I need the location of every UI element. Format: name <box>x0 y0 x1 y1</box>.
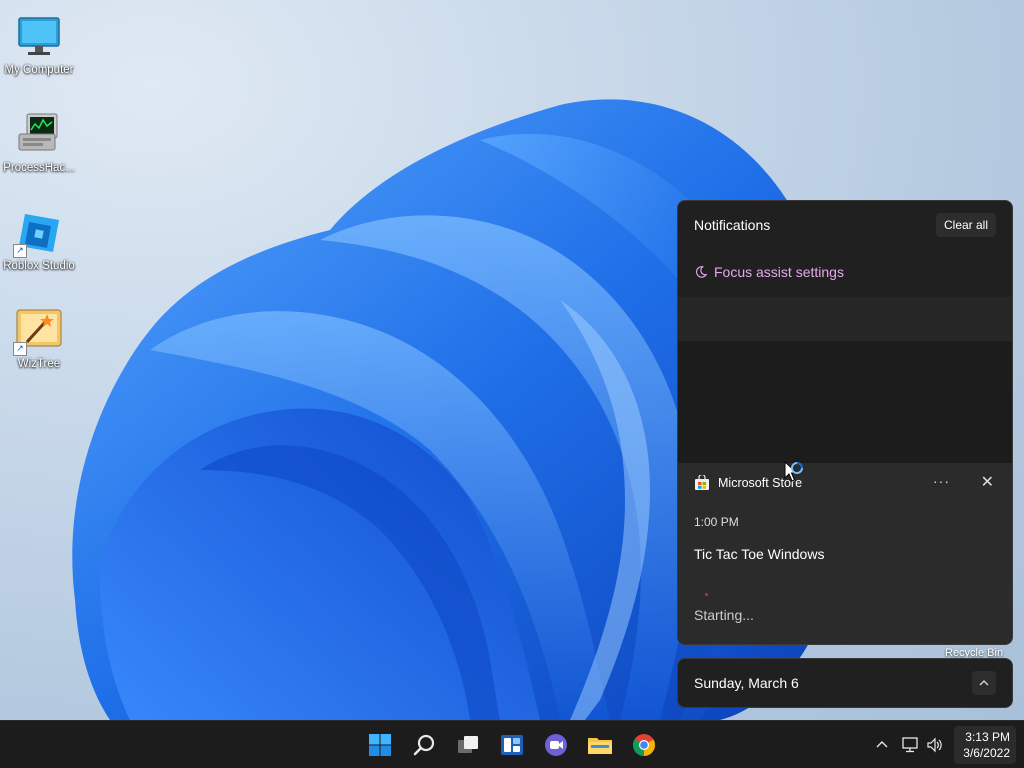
search-icon <box>413 734 435 756</box>
desktop-icon-label: My Computer <box>4 64 74 76</box>
desktop-icon-processhacker[interactable]: ProcessHac... <box>0 104 78 174</box>
focus-assist-label: Focus assist settings <box>714 264 844 280</box>
start-icon <box>369 734 391 756</box>
desktop-icon-roblox-studio[interactable]: ↗ Roblox Studio <box>0 202 78 272</box>
notification-center: Notifications Clear all Focus assist set… <box>677 200 1013 645</box>
chevron-up-icon <box>979 680 989 686</box>
toast-more-options-button[interactable]: ··· <box>933 473 950 489</box>
roblox-studio-icon: ↗ <box>13 208 63 258</box>
notification-group-placeholder <box>678 297 1012 341</box>
moon-icon <box>695 266 708 278</box>
task-view-icon <box>458 736 478 753</box>
network-icon <box>902 737 918 753</box>
notifications-title: Notifications <box>694 217 771 233</box>
clock-button[interactable]: 3:13 PM 3/6/2022 <box>954 726 1016 764</box>
chevron-up-icon <box>876 741 888 748</box>
calendar-date: Sunday, March 6 <box>694 675 799 691</box>
widgets-button[interactable] <box>496 729 528 761</box>
toast-time: 1:00 PM <box>694 515 739 529</box>
chrome-icon <box>633 734 655 756</box>
desktop-icon-my-computer[interactable]: My Computer <box>0 6 78 76</box>
widgets-icon <box>501 735 523 755</box>
toast-title: Tic Tac Toe Windows <box>694 546 825 562</box>
shortcut-arrow-icon: ↗ <box>13 342 27 356</box>
busy-cursor-icon <box>784 461 803 482</box>
chat-button[interactable] <box>540 729 572 761</box>
notification-toast[interactable]: Microsoft Store ··· ✕ 1:00 PM Tic Tac To… <box>678 463 1012 644</box>
volume-button[interactable] <box>924 733 946 757</box>
file-explorer-icon <box>588 738 612 754</box>
chat-icon <box>545 734 567 756</box>
volume-icon <box>927 737 942 753</box>
file-explorer-button[interactable] <box>584 729 616 761</box>
progress-dot <box>705 593 708 596</box>
task-view-button[interactable] <box>452 729 484 761</box>
shortcut-arrow-icon: ↗ <box>13 244 27 258</box>
process-hacker-icon <box>15 110 63 158</box>
focus-assist-link[interactable]: Focus assist settings <box>694 264 844 280</box>
calendar-expand-button[interactable] <box>972 671 996 695</box>
microsoft-store-icon <box>695 475 709 490</box>
desktop-icon-label: WizTree <box>17 358 61 370</box>
notification-empty-area <box>678 341 1012 463</box>
calendar-flyout: Sunday, March 6 <box>677 658 1013 708</box>
monitor-icon <box>15 12 63 60</box>
desktop-icon-label: Roblox Studio <box>3 260 75 272</box>
network-button[interactable] <box>899 733 921 757</box>
start-button[interactable] <box>364 729 396 761</box>
wiztree-icon: ↗ <box>13 306 63 356</box>
toast-status: Starting... <box>694 607 754 623</box>
clock-date: 3/6/2022 <box>963 746 1010 760</box>
desktop-icon-label: ProcessHac... <box>3 162 75 174</box>
toast-close-button[interactable]: ✕ <box>981 472 994 492</box>
taskbar: 3:13 PM 3/6/2022 <box>0 720 1024 768</box>
desktop-icon-wiztree[interactable]: ↗ WizTree <box>0 300 78 370</box>
clock-time: 3:13 PM <box>965 730 1010 744</box>
show-hidden-icons-button[interactable] <box>871 733 893 757</box>
chrome-button[interactable] <box>628 729 660 761</box>
search-button[interactable] <box>408 729 440 761</box>
clear-all-button[interactable]: Clear all <box>935 213 996 237</box>
